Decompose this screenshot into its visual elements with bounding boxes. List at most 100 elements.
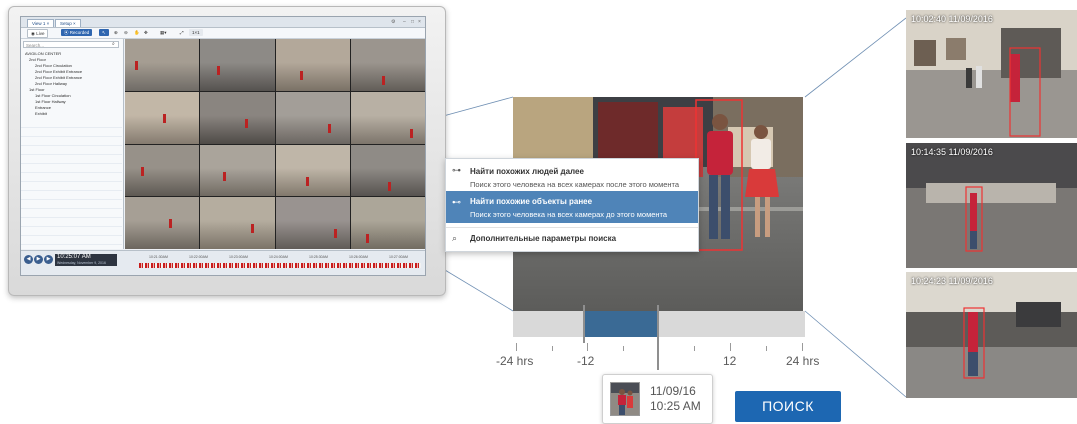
recording-timeline[interactable] bbox=[139, 263, 421, 268]
camera-tile[interactable] bbox=[275, 144, 350, 197]
tree-item-camera[interactable]: Entrance bbox=[35, 105, 51, 110]
axis-label-12: 12 bbox=[723, 354, 737, 368]
camera-tile[interactable] bbox=[350, 39, 425, 91]
playback-bar: ◀ ▶ ▶ 10:25:07 AM Wednesday, November 9,… bbox=[21, 250, 425, 275]
camera-tile[interactable] bbox=[125, 91, 200, 144]
person-thumbnail bbox=[610, 382, 640, 416]
arrow-key-back-icon: ⊷ bbox=[452, 197, 461, 207]
timeline-tick: 10:24:00AM bbox=[269, 255, 288, 259]
camera-grid bbox=[125, 39, 425, 249]
search-icon: ⌕ bbox=[452, 233, 458, 243]
person-figure bbox=[217, 66, 221, 75]
result-timestamp: 10:02:40 11/09/2016 bbox=[911, 14, 993, 24]
menu-item-subtitle: Поиск этого человека на всех камерах до … bbox=[470, 210, 668, 219]
tree-item-camera[interactable]: 1st Floor Hallway bbox=[35, 99, 66, 104]
menu-item-advanced-search[interactable]: ⌕ Дополнительные параметры поиска bbox=[446, 229, 698, 251]
live-button[interactable]: ◉ Live bbox=[27, 29, 49, 38]
tab-setup[interactable]: Setup × bbox=[55, 19, 81, 27]
tree-item-folder[interactable]: 2nd Floor bbox=[29, 57, 46, 62]
menu-item-find-after[interactable]: ⊶ Найти похожих людей далее Поиск этого … bbox=[446, 159, 698, 191]
camera-tile[interactable] bbox=[125, 197, 200, 249]
result-thumbnail-2[interactable]: 10:14:35 11/09/2016 bbox=[906, 143, 1077, 268]
fullscreen-icon[interactable]: ⤢ bbox=[177, 29, 187, 36]
close-icon[interactable]: × bbox=[418, 19, 421, 25]
camera-tile[interactable] bbox=[200, 39, 275, 91]
tree-item-camera[interactable]: 2nd Floor Exhibit Entrance bbox=[35, 69, 82, 74]
tree-item-camera[interactable]: Exhibit bbox=[35, 111, 47, 116]
range-handle-start[interactable] bbox=[583, 305, 585, 343]
axis-label-minus-24: -24 hrs bbox=[496, 354, 534, 368]
tree-item-camera[interactable]: 2nd Floor Hallway bbox=[35, 81, 67, 86]
restore-icon[interactable]: □ bbox=[411, 19, 414, 25]
menu-item-subtitle: Поиск этого человека на всех камерах пос… bbox=[470, 180, 680, 189]
settings-icon[interactable]: ⚙ bbox=[391, 19, 395, 25]
camera-tile[interactable] bbox=[125, 39, 200, 91]
person-figure bbox=[251, 224, 255, 234]
play-icon[interactable]: ▶ bbox=[34, 255, 43, 264]
axis-tick bbox=[730, 343, 731, 351]
axis-label-24: 24 hrs bbox=[786, 354, 820, 368]
timeline-tick: 10:26:00AM bbox=[349, 255, 368, 259]
search-range-bar[interactable] bbox=[513, 311, 805, 337]
menu-item-title: Дополнительные параметры поиска bbox=[470, 234, 617, 243]
timeline-tick: 10:23:00AM bbox=[229, 255, 248, 259]
menu-item-find-before[interactable]: ⊷ Найти похожие объекты ранее Поиск этог… bbox=[446, 191, 698, 223]
grid-size-icon[interactable]: 1×1 bbox=[189, 29, 203, 36]
search-input[interactable]: Search... bbox=[23, 41, 119, 48]
camera-tile[interactable] bbox=[350, 91, 425, 144]
range-handle-current[interactable] bbox=[657, 305, 659, 370]
search-range-selection[interactable] bbox=[584, 311, 658, 337]
axis-tick bbox=[802, 343, 803, 351]
camera-tile[interactable] bbox=[275, 197, 350, 249]
forward-icon[interactable]: ▶ bbox=[44, 255, 53, 264]
timeline-tick: 10:25:30AM bbox=[309, 255, 328, 259]
axis-label-minus-12: -12 bbox=[577, 354, 595, 368]
zoom-out-icon[interactable]: ⊖ bbox=[121, 29, 131, 36]
live-label: Live bbox=[36, 31, 45, 36]
recorded-button[interactable]: ⦿ Recorded bbox=[61, 29, 93, 36]
tree-item-camera[interactable]: 1st Floor Circulation bbox=[35, 93, 71, 98]
axis-tick bbox=[516, 343, 517, 351]
tree-item-folder[interactable]: 1st Floor bbox=[29, 87, 45, 92]
search-button[interactable]: ПОИСК bbox=[735, 391, 841, 422]
minimize-icon[interactable]: – bbox=[403, 19, 406, 25]
result-scene-2 bbox=[906, 143, 1077, 268]
rewind-icon[interactable]: ◀ bbox=[24, 255, 33, 264]
axis-tick bbox=[623, 346, 624, 351]
result-timestamp: 10:24:23 11/09/2016 bbox=[911, 276, 993, 286]
person-figure bbox=[299, 71, 303, 80]
camera-tile[interactable] bbox=[275, 39, 350, 91]
context-menu: ⊶ Найти похожих людей далее Поиск этого … bbox=[445, 158, 699, 252]
ptz-icon[interactable]: ✥ bbox=[141, 29, 151, 36]
result-thumbnail-1[interactable]: 10:02:40 11/09/2016 bbox=[906, 10, 1077, 138]
result-thumbnail-3[interactable]: 10:24:23 11/09/2016 bbox=[906, 272, 1077, 398]
timeline-tick: 10:21:30AM bbox=[149, 255, 168, 259]
pointer-icon[interactable]: ↖ bbox=[99, 29, 109, 36]
result-scene-1 bbox=[906, 10, 1077, 138]
callout-date: 11/09/16 bbox=[650, 384, 696, 398]
camera-tree-panel: Search... ⌕ AVIGILON CENTER 2nd Floor 2n… bbox=[21, 39, 124, 249]
camera-tile[interactable] bbox=[200, 91, 275, 144]
person-figure bbox=[365, 234, 369, 244]
camera-tile[interactable] bbox=[125, 144, 200, 197]
menu-divider bbox=[446, 227, 698, 228]
tree-item-camera[interactable]: 2nd Floor Exhibit Entrance bbox=[35, 75, 82, 80]
vms-screen: View 1 × Setup × ⚙ – □ × ◉ Live ⦿ Record… bbox=[20, 16, 426, 276]
layout-icon[interactable]: ▦▾ bbox=[157, 29, 170, 36]
callout-time: 10:25 AM bbox=[650, 399, 701, 413]
camera-tile[interactable] bbox=[200, 197, 275, 249]
person-figure bbox=[305, 176, 309, 186]
tree-item-camera[interactable]: 2nd Floor Circulation bbox=[35, 63, 72, 68]
camera-tile[interactable] bbox=[350, 144, 425, 197]
tree-item-site[interactable]: AVIGILON CENTER bbox=[25, 51, 61, 56]
axis-tick bbox=[587, 343, 588, 351]
person-figure bbox=[245, 118, 249, 128]
result-scene-3 bbox=[906, 272, 1077, 398]
person-figure bbox=[409, 128, 413, 138]
camera-tile[interactable] bbox=[200, 144, 275, 197]
camera-tile[interactable] bbox=[350, 197, 425, 249]
camera-tile[interactable] bbox=[275, 91, 350, 144]
zoom-in-icon[interactable]: ⊕ bbox=[111, 29, 121, 36]
playback-time: 10:25:07 AM bbox=[57, 254, 91, 260]
tab-view-1[interactable]: View 1 × bbox=[27, 19, 55, 27]
